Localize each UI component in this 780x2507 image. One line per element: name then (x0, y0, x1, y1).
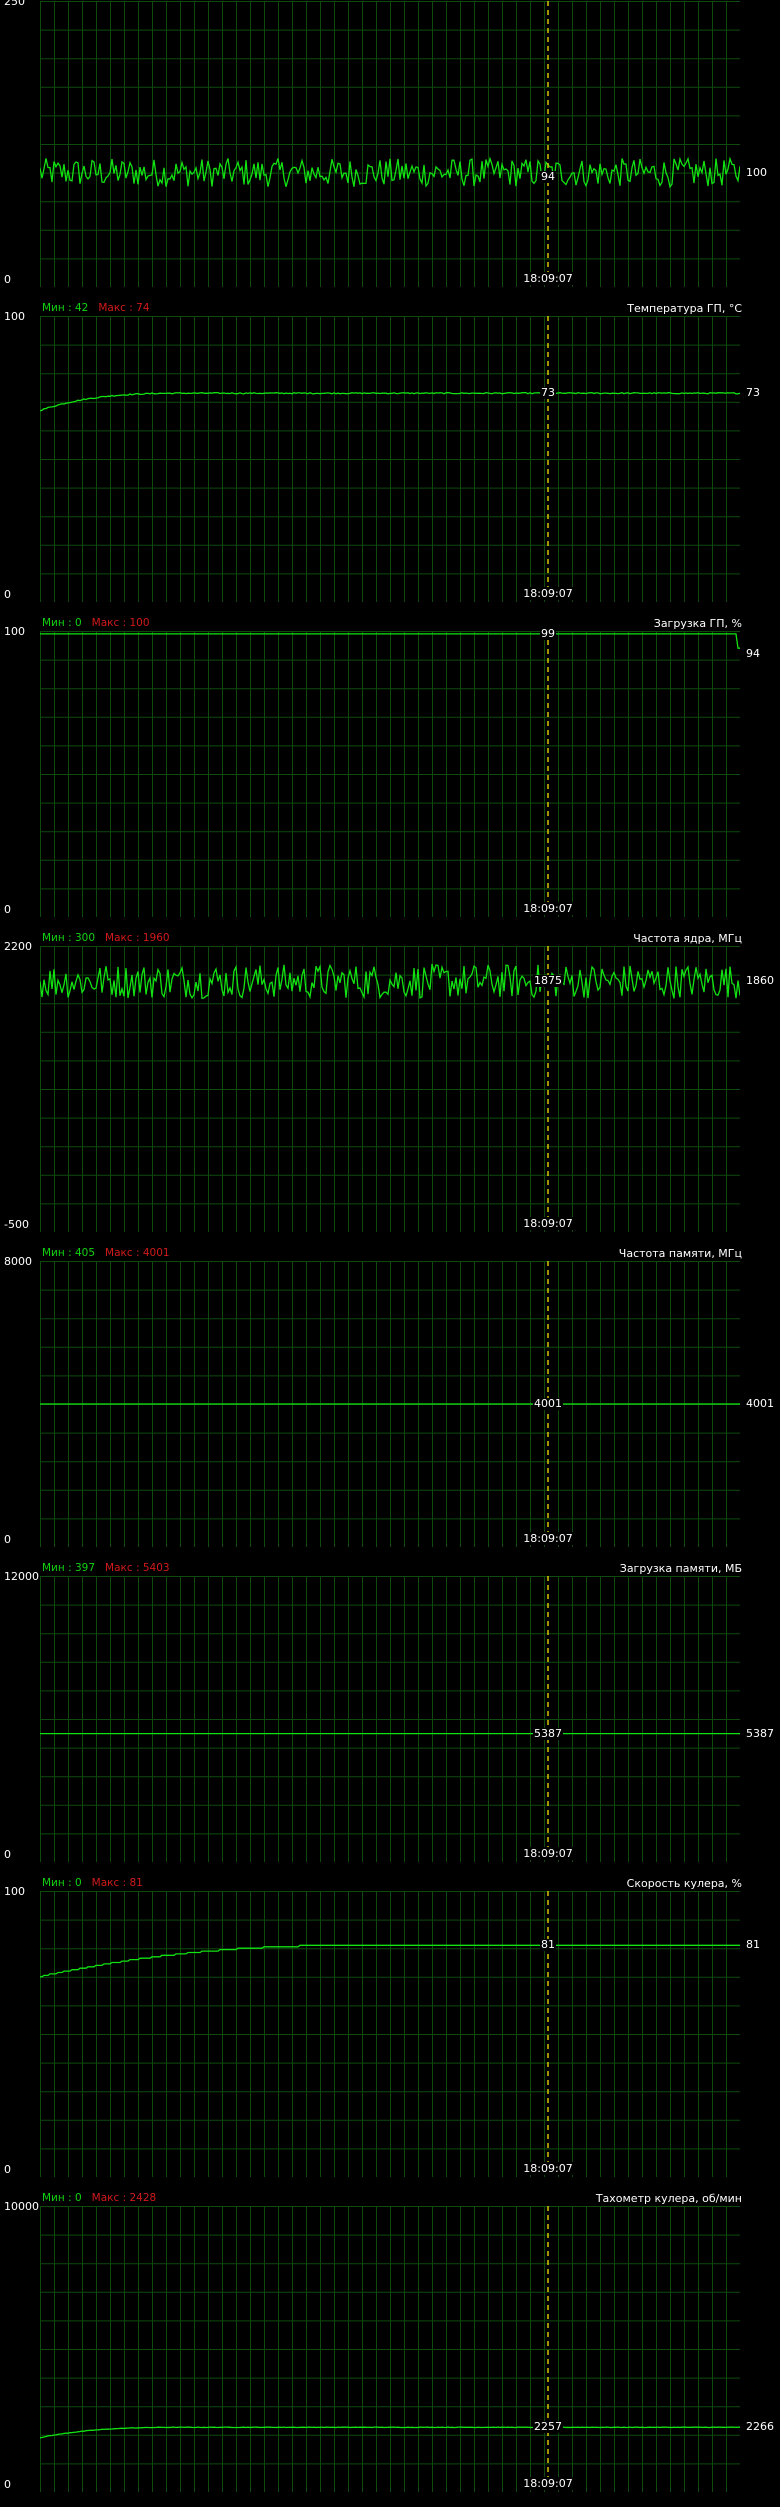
max-label: Макс : 5403 (105, 1562, 170, 1574)
time-label: 18:09:07 (521, 587, 575, 600)
chart-title: Температура ГП, °C (627, 302, 742, 315)
plot-area (40, 946, 740, 1232)
chart-panel-4: Мин : 300 Макс : 1960 Частота ядра, МГц 220… (0, 931, 780, 1246)
min-max-readout: Мин : 397 Макс : 5403 (42, 1562, 170, 1574)
chart-panel-2: Мин : 42 Макс : 74 Температура ГП, °C 100 0 7… (0, 301, 780, 616)
min-label: Мин : 0 (42, 1877, 82, 1889)
grid (40, 631, 740, 917)
min-label: Мин : 0 (42, 617, 82, 629)
chart-header: Мин : 300 Макс : 1960 Частота ядра, МГц (0, 931, 780, 945)
current-value-label: 100 (746, 165, 767, 179)
min-max-readout: Мин : 405 Макс : 4001 (42, 1247, 170, 1259)
min-label: Мин : 405 (42, 1247, 96, 1259)
y-axis-max-label: 8000 (4, 1255, 32, 1268)
current-value-label: 4001 (746, 1396, 774, 1410)
cursor-value-label: 4001 (533, 1396, 563, 1410)
chart-panel-7: Мин : 0 Макс : 81 Скорость кулера, % 100 0 81… (0, 1876, 780, 2191)
min-label: Мин : 42 (42, 302, 89, 314)
cursor-value-label: 81 (540, 1938, 556, 1952)
y-axis-min-label: 0 (4, 273, 11, 286)
monitoring-stack: Мин : 8Макс : 113Энергопотребление, %250… (0, 0, 780, 2507)
current-value-label: 1860 (746, 974, 774, 988)
chart-header: Мин : 42 Макс : 74 Температура ГП, °C (0, 301, 780, 315)
min-max-readout: Мин : 300 Макс : 1960 (42, 932, 170, 944)
y-axis-max-label: 12000 (4, 1570, 39, 1583)
current-value-label: 94 (746, 647, 760, 661)
grid (40, 316, 740, 602)
y-axis-max-label: 250 (4, 0, 25, 8)
min-max-readout: Мин : 0 Макс : 2428 (42, 2192, 156, 2204)
chart-panel-5: Мин : 405 Макс : 4001 Частота памяти, МГц 8… (0, 1246, 780, 1561)
chart-header: Мин : 0 Макс : 100 Загрузка ГП, % (0, 616, 780, 630)
chart-panel-3: Мин : 0 Макс : 100 Загрузка ГП, % 100 0 94 99 1… (0, 616, 780, 931)
plot-area (40, 1261, 740, 1547)
y-axis-min-label: 0 (4, 2478, 11, 2491)
grid (40, 1, 740, 287)
y-axis-max-label: 10000 (4, 2200, 39, 2213)
chart-title: Загрузка ГП, % (653, 617, 742, 630)
min-label: Мин : 0 (42, 2192, 82, 2204)
max-label: Макс : 74 (98, 302, 150, 314)
time-label: 18:09:07 (521, 272, 575, 285)
cursor-value-label: 73 (540, 386, 556, 400)
chart-panel-6: Мин : 397 Макс : 5403 Загрузка памяти, МБ 1… (0, 1561, 780, 1876)
plot-area (40, 1, 740, 287)
max-label: Макс : 4001 (105, 1247, 170, 1259)
plot-area (40, 631, 740, 917)
cursor-value-label: 99 (540, 626, 556, 640)
chart-title: Загрузка памяти, МБ (619, 1562, 742, 1575)
cursor-value-label: 94 (540, 169, 556, 183)
plot-area (40, 1576, 740, 1862)
chart-title: Частота ядра, МГц (633, 932, 742, 945)
chart-title: Скорость кулера, % (626, 1877, 742, 1890)
y-axis-max-label: 100 (4, 625, 25, 638)
chart-panel-8: Мин : 0 Макс : 2428 Тахометр кулера, об/ми… (0, 2191, 780, 2506)
chart-header: Мин : 0 Макс : 2428 Тахометр кулера, об/ми… (0, 2191, 780, 2205)
cursor-value-label: 1875 (533, 974, 563, 988)
current-value-label: 5387 (746, 1726, 774, 1740)
cursor-value-label: 2257 (533, 2420, 563, 2434)
min-label: Мин : 397 (42, 1562, 96, 1574)
current-value-label: 81 (746, 1938, 760, 1952)
max-label: Макс : 2428 (91, 2192, 157, 2204)
time-label: 18:09:07 (521, 902, 575, 915)
cursor-value-label: 5387 (533, 1726, 563, 1740)
y-axis-min-label: 0 (4, 588, 11, 601)
plot-area (40, 1891, 740, 2177)
y-axis-min-label: 0 (4, 2163, 11, 2176)
y-axis-min-label: -500 (4, 1218, 29, 1231)
min-label: Мин : 300 (42, 932, 96, 944)
chart-header: Мин : 405 Макс : 4001 Частота памяти, МГц (0, 1246, 780, 1260)
time-label: 18:09:07 (521, 1532, 575, 1545)
grid (40, 2206, 740, 2492)
y-axis-min-label: 0 (4, 1848, 11, 1861)
max-label: Макс : 1960 (105, 932, 170, 944)
time-label: 18:09:07 (521, 1847, 575, 1860)
plot-area (40, 2206, 740, 2492)
chart-header: Мин : 0 Макс : 81 Скорость кулера, % (0, 1876, 780, 1890)
min-max-readout: Мин : 0 Макс : 81 (42, 1877, 143, 1889)
chart-title: Частота памяти, МГц (618, 1247, 742, 1260)
max-label: Макс : 81 (91, 1877, 143, 1889)
grid (40, 1891, 740, 2177)
time-label: 18:09:07 (521, 2477, 575, 2490)
current-value-label: 2266 (746, 2420, 774, 2434)
y-axis-max-label: 2200 (4, 940, 32, 953)
grid (40, 1576, 740, 1862)
y-axis-max-label: 100 (4, 1885, 25, 1898)
y-axis-max-label: 100 (4, 310, 25, 323)
chart-title: Тахометр кулера, об/мин (595, 2192, 742, 2205)
time-label: 18:09:07 (521, 1217, 575, 1230)
time-label: 18:09:07 (521, 2162, 575, 2175)
current-value-label: 73 (746, 386, 760, 400)
plot-area (40, 316, 740, 602)
chart-panel-1: Мин : 8Макс : 113Энергопотребление, %250… (0, 0, 780, 301)
min-max-readout: Мин : 42 Макс : 74 (42, 302, 150, 314)
chart-header: Мин : 397 Макс : 5403 Загрузка памяти, МБ (0, 1561, 780, 1575)
y-axis-min-label: 0 (4, 903, 11, 916)
max-label: Макс : 100 (91, 617, 150, 629)
min-max-readout: Мин : 0 Макс : 100 (42, 617, 150, 629)
y-axis-min-label: 0 (4, 1533, 11, 1546)
